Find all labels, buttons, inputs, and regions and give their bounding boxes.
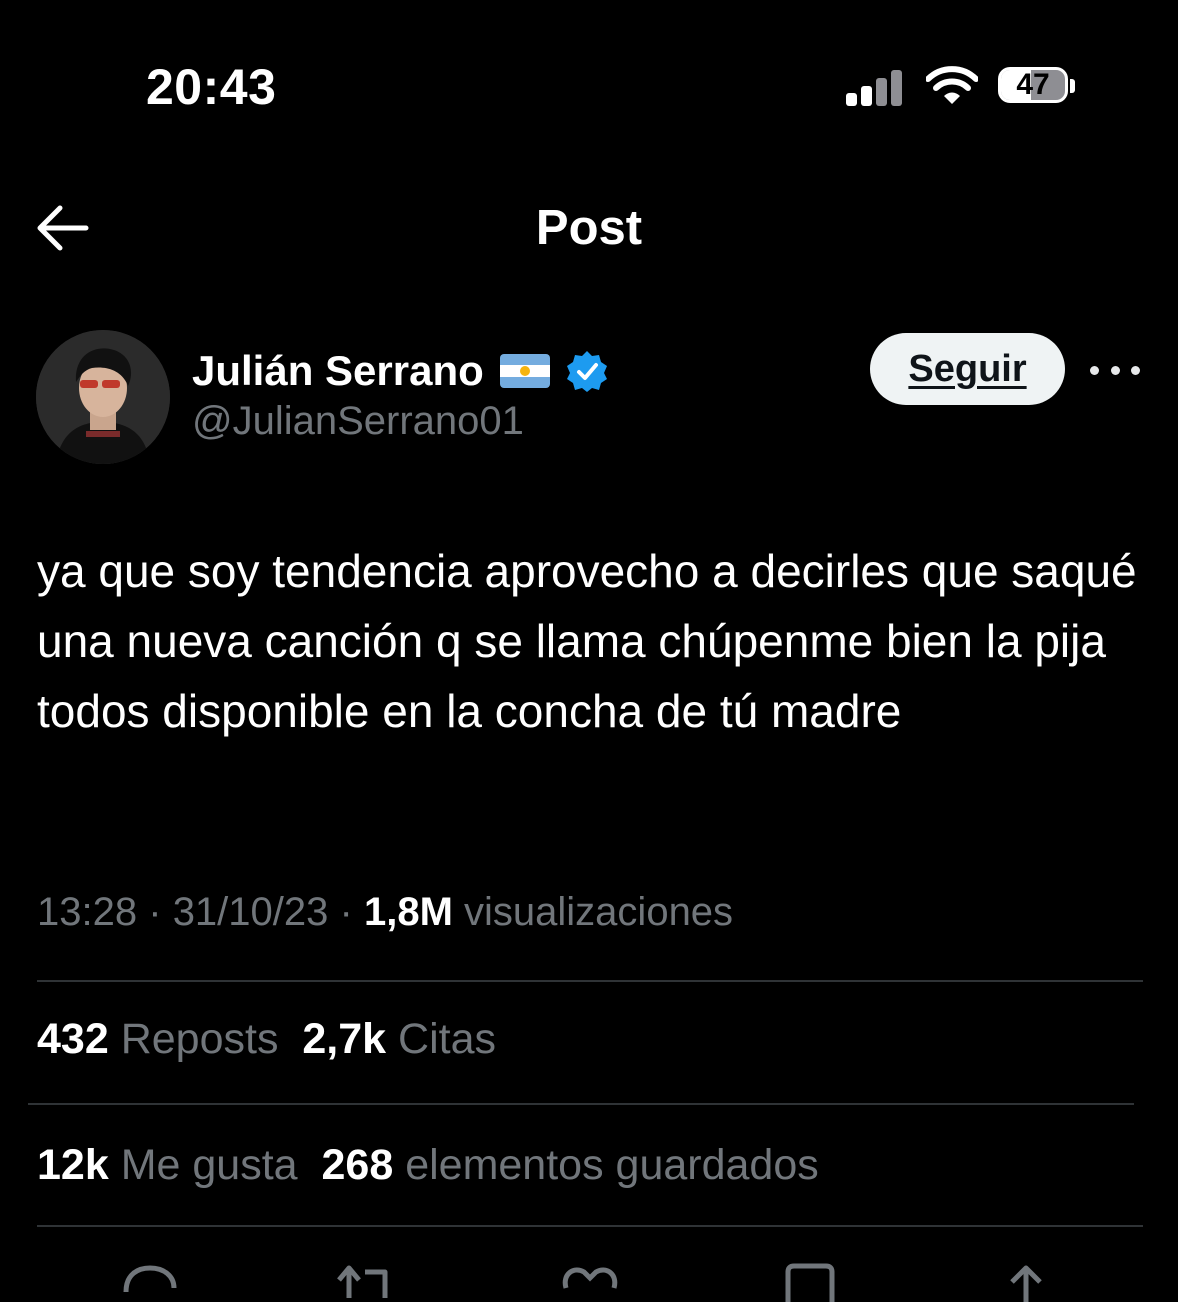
meta-separator: · (148, 890, 162, 934)
battery-percentage: 47 (1016, 68, 1050, 101)
likes-label: Me gusta (120, 1141, 298, 1189)
views-count: 1,8M (363, 890, 453, 934)
share-icon[interactable] (996, 1262, 1056, 1302)
bookmark-icon[interactable] (780, 1262, 840, 1302)
quotes-stat[interactable]: 2,7k Citas (302, 1015, 496, 1063)
bookmarks-stat[interactable]: 268 elementos guardados (321, 1141, 818, 1189)
post-meta: 13:28 · 31/10/23 · 1,8M visualizaciones (37, 890, 733, 935)
profile-photo-icon (36, 330, 170, 464)
page-title: Post (535, 201, 643, 255)
divider (37, 1225, 1143, 1227)
reposts-label: Reposts (120, 1015, 279, 1063)
divider (28, 1103, 1134, 1105)
reposts-count: 432 (37, 1015, 109, 1063)
author-handle[interactable]: @JulianSerrano01 (192, 399, 524, 444)
like-icon[interactable] (560, 1262, 620, 1302)
repost-icon[interactable] (335, 1262, 395, 1302)
author-name-row[interactable]: Julián Serrano (192, 343, 608, 399)
likes-bookmarks-stats: 12k Me gusta 268 elementos guardados (37, 1141, 819, 1190)
repost-quote-stats: 432 Reposts 2,7k Citas (37, 1015, 496, 1064)
views-label[interactable]: visualizaciones (464, 890, 733, 934)
status-time: 20:43 (146, 59, 277, 115)
argentina-flag-icon (499, 354, 550, 388)
verified-badge-icon (566, 351, 607, 392)
follow-button[interactable]: Seguir (870, 333, 1065, 405)
divider (37, 980, 1143, 982)
post-date: 31/10/23 (172, 890, 329, 934)
quotes-label: Citas (398, 1015, 496, 1063)
reposts-stat[interactable]: 432 Reposts (37, 1015, 278, 1063)
post-time: 13:28 (37, 890, 138, 934)
post-text: ya que soy tendencia aprovecho a decirle… (37, 545, 1137, 737)
likes-count: 12k (37, 1141, 109, 1189)
avatar[interactable] (36, 330, 170, 464)
bookmarks-label: elementos guardados (405, 1141, 819, 1189)
bookmarks-count: 268 (321, 1141, 394, 1189)
meta-separator: · (339, 890, 353, 934)
likes-stat[interactable]: 12k Me gusta (37, 1141, 298, 1189)
cellular-signal-icon (846, 70, 904, 106)
battery-icon: 47 (998, 67, 1075, 107)
author-name[interactable]: Julián Serrano (192, 347, 484, 395)
wifi-icon (926, 66, 978, 104)
quotes-count: 2,7k (302, 1015, 387, 1063)
more-options-icon[interactable] (1090, 356, 1140, 384)
reply-icon[interactable] (120, 1262, 180, 1302)
